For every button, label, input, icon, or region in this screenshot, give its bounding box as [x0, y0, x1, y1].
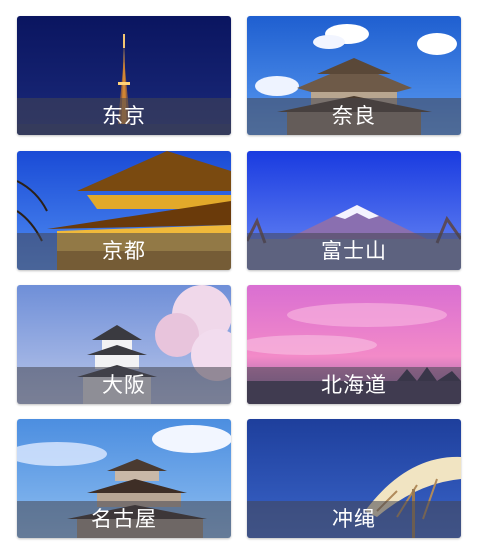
destination-label: 名古屋 — [17, 501, 231, 538]
destination-label: 冲绳 — [247, 501, 461, 538]
destination-card-nara[interactable]: 奈良 — [247, 16, 461, 135]
destination-label: 东京 — [17, 98, 231, 135]
destination-card-okinawa[interactable]: 冲绳 — [247, 419, 461, 538]
destination-card-tokyo[interactable]: 东京 — [17, 16, 231, 135]
destination-card-nagoya[interactable]: 名古屋 — [17, 419, 231, 538]
destination-label: 京都 — [17, 233, 231, 270]
destination-label: 大阪 — [17, 367, 231, 404]
destination-label: 北海道 — [247, 367, 461, 404]
destination-card-kyoto[interactable]: 京都 — [17, 151, 231, 270]
destination-card-hokkaido[interactable]: 北海道 — [247, 285, 461, 404]
destination-card-fuji[interactable]: 富士山 — [247, 151, 461, 270]
destination-label: 富士山 — [247, 233, 461, 270]
destination-card-osaka[interactable]: 大阪 — [17, 285, 231, 404]
destination-label: 奈良 — [247, 98, 461, 135]
destination-grid: 东京 奈良 京都 富士山 大阪 北海道 名古屋 冲绳 — [0, 0, 477, 559]
